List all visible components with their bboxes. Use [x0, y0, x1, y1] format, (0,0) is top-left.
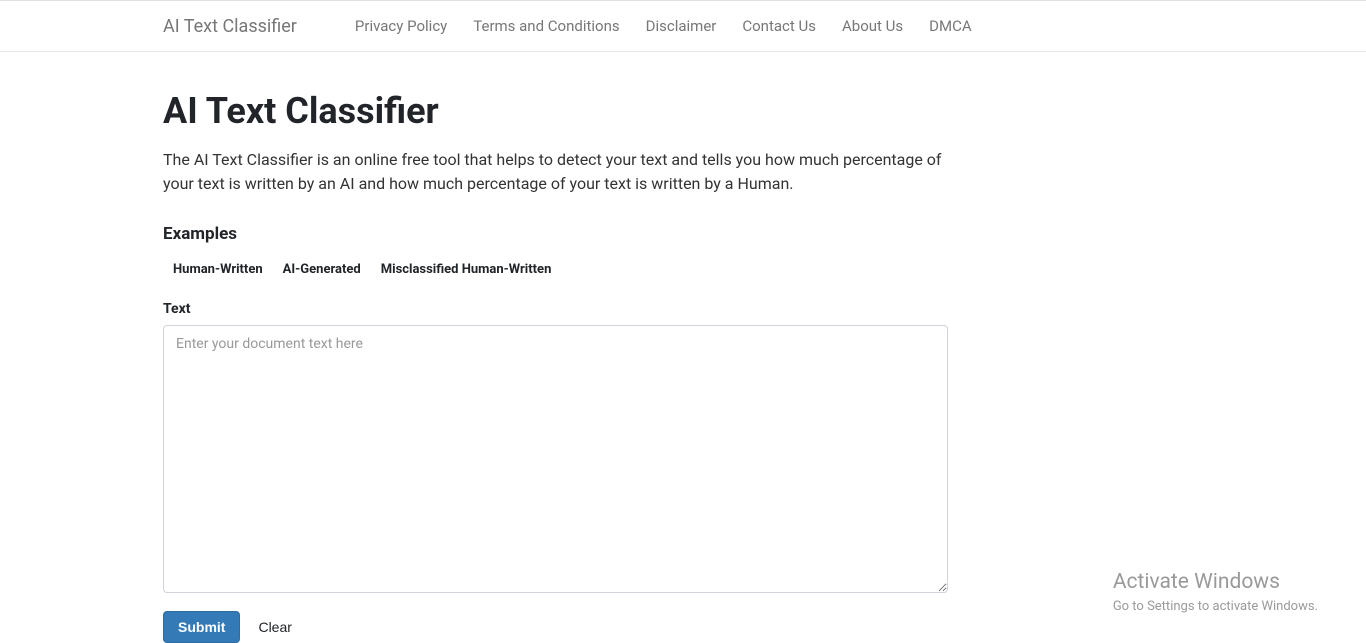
- submit-button[interactable]: Submit: [163, 611, 240, 643]
- nav-links: Privacy Policy Terms and Conditions Disc…: [342, 2, 985, 50]
- nav-dmca[interactable]: DMCA: [916, 2, 985, 50]
- navbar: AI Text Classifier Privacy Policy Terms …: [0, 1, 1366, 52]
- document-text-input[interactable]: [163, 325, 948, 593]
- page-title: AI Text Classifier: [163, 90, 948, 132]
- nav-contact[interactable]: Contact Us: [729, 2, 829, 50]
- clear-button[interactable]: Clear: [250, 611, 299, 643]
- text-label: Text: [163, 301, 948, 317]
- nav-terms[interactable]: Terms and Conditions: [460, 2, 632, 50]
- tab-ai-generated[interactable]: AI-Generated: [283, 258, 361, 281]
- nav-disclaimer[interactable]: Disclaimer: [633, 2, 730, 50]
- examples-heading: Examples: [163, 224, 948, 244]
- brand-link[interactable]: AI Text Classifier: [163, 16, 312, 37]
- nav-privacy-policy[interactable]: Privacy Policy: [342, 2, 460, 50]
- nav-about[interactable]: About Us: [829, 2, 916, 50]
- tab-human-written[interactable]: Human-Written: [173, 258, 263, 281]
- button-row: Submit Clear: [163, 611, 948, 643]
- examples-tabs: Human-Written AI-Generated Misclassified…: [163, 258, 948, 281]
- tab-misclassified[interactable]: Misclassified Human-Written: [381, 258, 552, 281]
- page-description: The AI Text Classifier is an online free…: [163, 148, 948, 196]
